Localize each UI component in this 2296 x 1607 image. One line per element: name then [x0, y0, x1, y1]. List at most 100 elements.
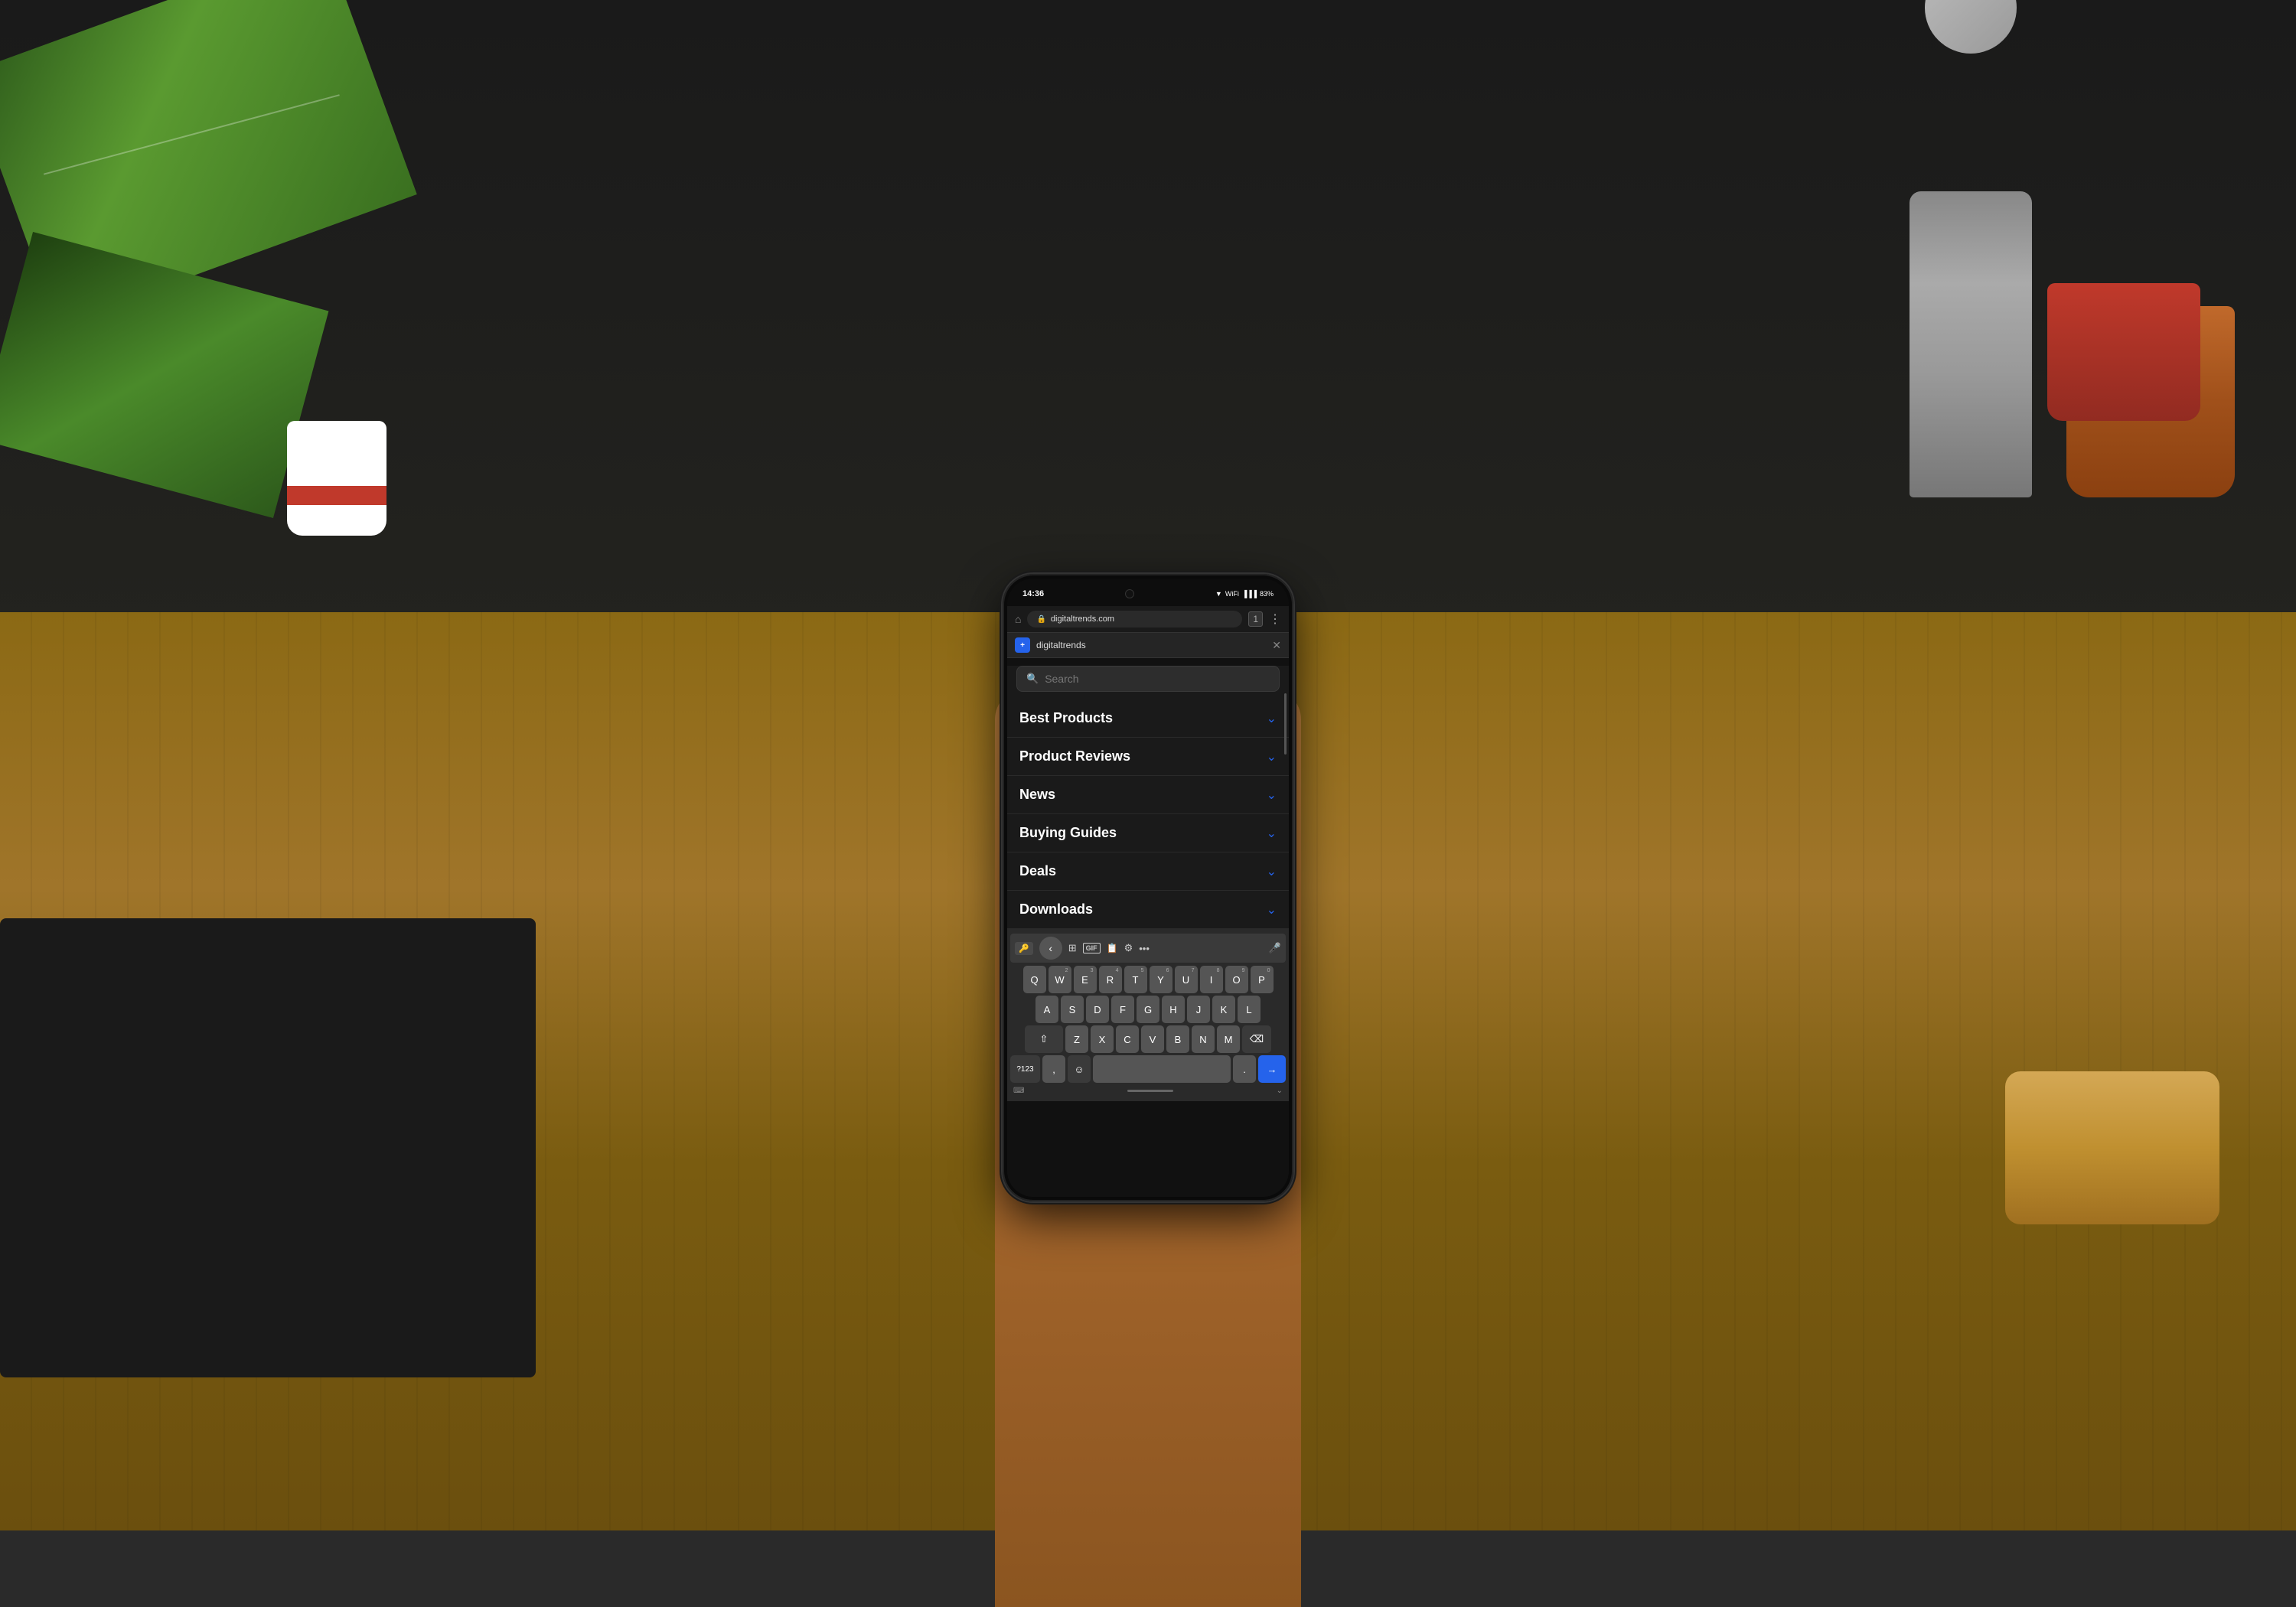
key-symbol[interactable]: ?123 [1010, 1055, 1040, 1083]
url-bar[interactable]: 🔒 digitaltrends.com [1027, 611, 1242, 627]
key-i[interactable]: I8 [1200, 966, 1223, 993]
scroll-indicator [1284, 693, 1287, 755]
chevron-product-reviews: ⌄ [1267, 749, 1277, 764]
leaf-stripes [0, 53, 491, 689]
keyboard-icon[interactable]: ⌨ [1013, 1087, 1024, 1095]
key-r[interactable]: R4 [1099, 966, 1122, 993]
key-g[interactable]: G [1137, 996, 1159, 1023]
plant-right-1 [1990, 38, 2258, 421]
key-y[interactable]: Y6 [1150, 966, 1172, 993]
key-x[interactable]: X [1091, 1025, 1114, 1053]
key-z[interactable]: Z [1065, 1025, 1088, 1053]
browser-nav-bar: ⌂ 🔒 digitaltrends.com 1 ⋮ [1007, 606, 1289, 633]
tab-bar: + digitaltrends ✕ [1007, 633, 1289, 658]
key-shift[interactable]: ⇧ [1025, 1025, 1063, 1053]
key-c[interactable]: C [1116, 1025, 1139, 1053]
key-k[interactable]: K [1212, 996, 1235, 1023]
menu-item-best-products[interactable]: Best Products ⌄ [1007, 699, 1289, 738]
key-a[interactable]: A [1035, 996, 1058, 1023]
chevron-best-products: ⌄ [1267, 711, 1277, 726]
key-comma[interactable]: , [1042, 1055, 1065, 1083]
tabs-icon[interactable]: 1 [1248, 611, 1263, 627]
cup-stripe [287, 486, 386, 505]
home-indicator [1127, 1090, 1173, 1092]
keyboard[interactable]: 🔑 ‹ ⊞ GIF 📋 ⚙ ••• 🎤 Q W2 E3 [1007, 929, 1289, 1101]
chevron-deals: ⌄ [1267, 864, 1277, 879]
menu-label-best-products: Best Products [1019, 710, 1113, 726]
menu-item-deals[interactable]: Deals ⌄ [1007, 852, 1289, 891]
settings-icon[interactable]: ⚙ [1124, 942, 1133, 954]
signal-bars-icon: ▐▐▐ [1242, 590, 1257, 598]
key-action[interactable]: → [1258, 1055, 1286, 1083]
key-j[interactable]: J [1187, 996, 1210, 1023]
key-l[interactable]: L [1238, 996, 1261, 1023]
dt-favicon: + [1015, 637, 1030, 653]
sticker-icon[interactable]: ⊞ [1068, 942, 1077, 954]
plant-right-pot [2047, 283, 2200, 421]
key-delete[interactable]: ⌫ [1242, 1025, 1271, 1053]
url-text: digitaltrends.com [1051, 614, 1114, 624]
phone: 14:36 ▼ WiFi ▐▐▐ 83% ⌂ 🔒 digitaltrends.c… [1003, 574, 1293, 1201]
search-icon: 🔍 [1026, 673, 1039, 685]
more-icon[interactable]: ••• [1139, 943, 1150, 954]
menu-label-product-reviews: Product Reviews [1019, 748, 1130, 764]
back-arrow-icon: ‹ [1049, 942, 1052, 954]
menu-item-product-reviews[interactable]: Product Reviews ⌄ [1007, 738, 1289, 776]
wifi-icon: WiFi [1225, 590, 1239, 598]
key-p[interactable]: P0 [1251, 966, 1274, 993]
plants-right [1684, 0, 2296, 918]
tab-close-button[interactable]: ✕ [1272, 639, 1281, 652]
key-u[interactable]: U7 [1175, 966, 1198, 993]
keyboard-row-3: ⇧ Z X C V B N M ⌫ [1010, 1025, 1286, 1053]
key-v[interactable]: V [1141, 1025, 1164, 1053]
clipboard-icon[interactable]: 📋 [1107, 943, 1118, 953]
coffee-cup [268, 383, 406, 536]
phone-screen: 14:36 ▼ WiFi ▐▐▐ 83% ⌂ 🔒 digitaltrends.c… [1007, 579, 1289, 1197]
key-s[interactable]: S [1061, 996, 1084, 1023]
mic-icon[interactable]: 🎤 [1269, 942, 1281, 954]
chevron-news: ⌄ [1267, 787, 1277, 803]
keyboard-bottom-bar: ⌨ ⌄ [1010, 1085, 1286, 1097]
keyboard-back-button[interactable]: ‹ [1039, 937, 1062, 960]
key-m[interactable]: M [1217, 1025, 1240, 1053]
status-icons: ▼ WiFi ▐▐▐ 83% [1215, 590, 1274, 598]
key-emoji[interactable]: ☺ [1068, 1055, 1091, 1083]
key-n[interactable]: N [1192, 1025, 1215, 1053]
battery-indicator: 83% [1260, 590, 1274, 598]
home-icon[interactable]: ⌂ [1015, 613, 1021, 625]
chevron-down-icon[interactable]: ⌄ [1277, 1087, 1283, 1095]
key-icon[interactable]: 🔑 [1015, 942, 1033, 955]
menu-label-downloads: Downloads [1019, 901, 1093, 918]
key-period[interactable]: . [1233, 1055, 1256, 1083]
menu-item-news[interactable]: News ⌄ [1007, 776, 1289, 814]
key-space[interactable] [1093, 1055, 1231, 1083]
search-placeholder-text: Search [1045, 673, 1078, 685]
key-e[interactable]: E3 [1074, 966, 1097, 993]
menu-item-buying-guides[interactable]: Buying Guides ⌄ [1007, 814, 1289, 852]
status-bar: 14:36 ▼ WiFi ▐▐▐ 83% [1007, 579, 1289, 606]
keyboard-row-2: A S D F G H J K L [1010, 996, 1286, 1023]
key-w[interactable]: W2 [1049, 966, 1071, 993]
key-f[interactable]: F [1111, 996, 1134, 1023]
chevron-downloads: ⌄ [1267, 902, 1277, 918]
key-d[interactable]: D [1086, 996, 1109, 1023]
menu-item-downloads[interactable]: Downloads ⌄ [1007, 891, 1289, 929]
key-q[interactable]: Q [1023, 966, 1046, 993]
gif-button[interactable]: GIF [1083, 943, 1101, 953]
hand-container: 14:36 ▼ WiFi ▐▐▐ 83% ⌂ 🔒 digitaltrends.c… [918, 536, 1378, 1607]
menu-label-news: News [1019, 787, 1055, 803]
plant-left [0, 0, 536, 689]
browser-menu-icon[interactable]: ⋮ [1269, 611, 1281, 627]
key-h[interactable]: H [1162, 996, 1185, 1023]
cup-body [287, 421, 386, 536]
key-b[interactable]: B [1166, 1025, 1189, 1053]
camera-notch [1125, 589, 1134, 598]
wicker-basket [2005, 1071, 2219, 1224]
chevron-buying-guides: ⌄ [1267, 826, 1277, 841]
key-o[interactable]: O9 [1225, 966, 1248, 993]
dark-mat [0, 918, 536, 1377]
key-t[interactable]: T5 [1124, 966, 1147, 993]
menu-label-buying-guides: Buying Guides [1019, 825, 1117, 841]
menu-search-bar[interactable]: 🔍 Search [1016, 666, 1280, 692]
tab-title[interactable]: digitaltrends [1036, 640, 1266, 650]
